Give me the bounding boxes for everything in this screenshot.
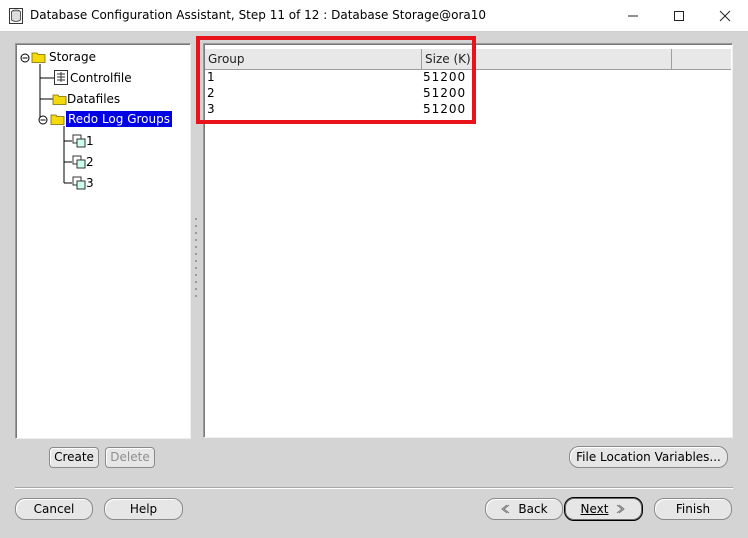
back-button-label: Back [518, 502, 548, 516]
redo-log-group-icon [72, 134, 86, 148]
tree-item-storage[interactable]: Storage [49, 50, 96, 64]
minimize-icon[interactable] [610, 0, 656, 31]
back-arrow-icon [501, 504, 510, 514]
highlight-annotation-box [196, 36, 476, 124]
maximize-icon[interactable] [656, 0, 702, 31]
collapse-icon[interactable] [20, 53, 30, 63]
next-button-label: Next [580, 502, 609, 516]
separator [15, 487, 733, 489]
back-button[interactable]: Back [485, 498, 563, 520]
tree-item-redo-log-groups[interactable]: Redo Log Groups [65, 110, 173, 128]
redo-log-group-icon [72, 176, 86, 190]
tree-item-redo-group-2[interactable]: 2 [86, 155, 94, 169]
redo-log-group-icon [72, 155, 86, 169]
database-app-icon [9, 8, 23, 24]
storage-tree-panel: Storage Controlfile Datafiles Redo Log G… [15, 43, 191, 439]
next-button[interactable]: Next [564, 497, 643, 521]
folder-icon [52, 94, 67, 105]
folder-open-icon [50, 114, 65, 125]
collapse-icon[interactable] [38, 115, 48, 125]
title-bar: Database Configuration Assistant, Step 1… [0, 0, 748, 32]
delete-button[interactable]: Delete [105, 447, 155, 468]
tree-item-controlfile[interactable]: Controlfile [70, 71, 132, 85]
create-button[interactable]: Create [49, 447, 99, 468]
tree-item-redo-group-1[interactable]: 1 [86, 134, 94, 148]
finish-button[interactable]: Finish [654, 498, 732, 520]
splitter-handle[interactable] [194, 218, 198, 304]
folder-open-icon [31, 52, 46, 63]
window-title: Database Configuration Assistant, Step 1… [30, 8, 487, 22]
controlfile-icon [54, 70, 68, 85]
close-icon[interactable] [702, 0, 748, 31]
next-arrow-icon [617, 504, 626, 514]
cancel-button[interactable]: Cancel [15, 498, 93, 520]
tree-item-redo-group-3[interactable]: 3 [86, 176, 94, 190]
tree-item-datafiles[interactable]: Datafiles [67, 92, 120, 106]
file-location-variables-button[interactable]: File Location Variables... [569, 446, 728, 468]
help-button[interactable]: Help [104, 498, 183, 520]
